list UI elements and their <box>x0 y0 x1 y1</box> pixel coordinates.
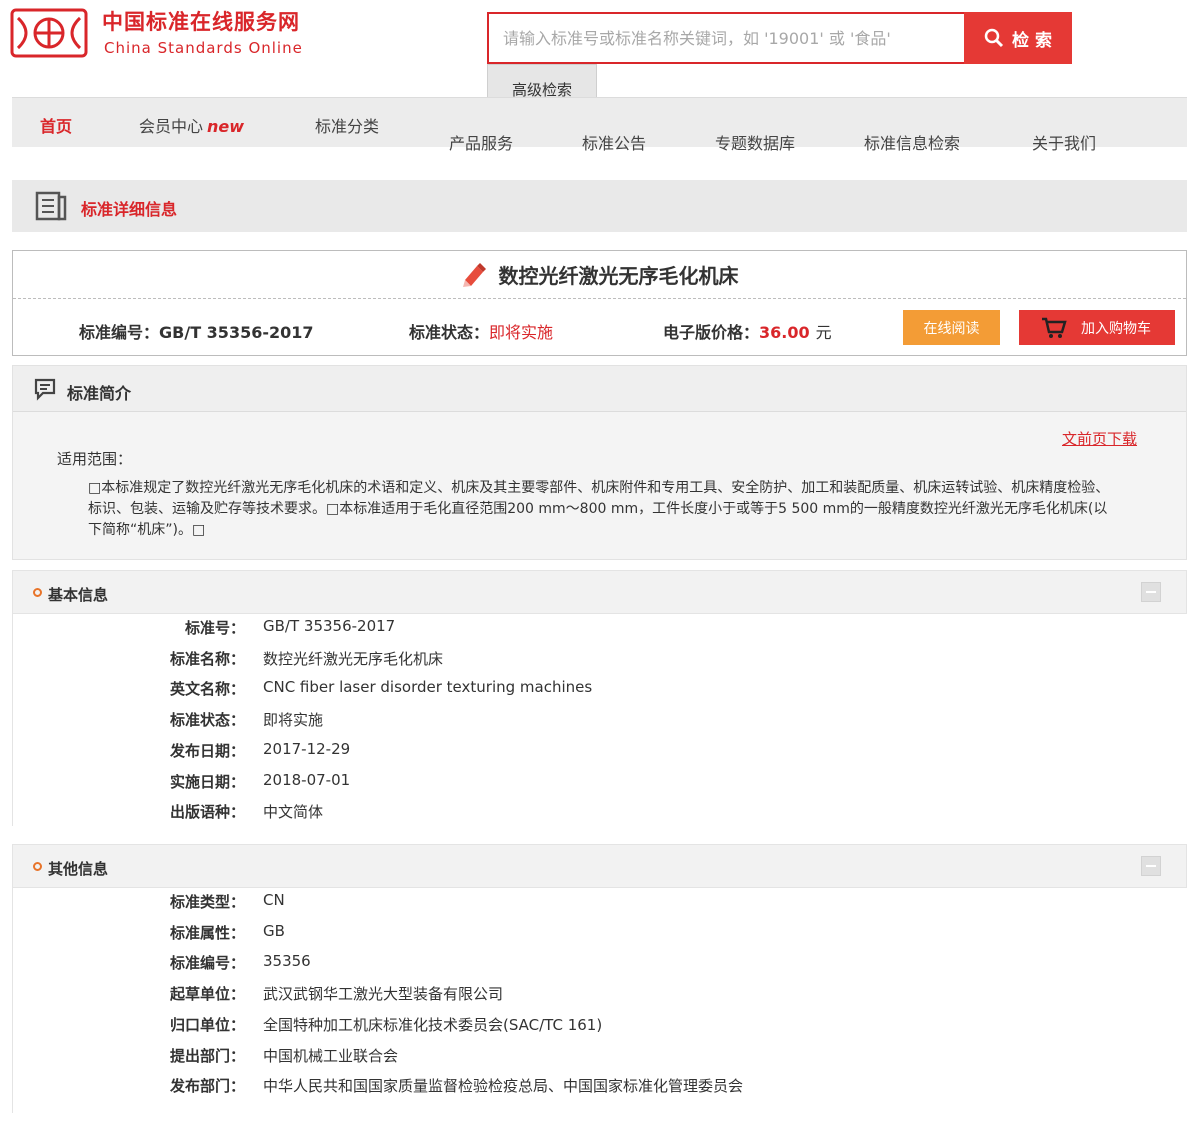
nav-item-announcements[interactable]: 标准公告 <box>582 130 646 154</box>
field-label: 标准状态： <box>169 711 245 730</box>
collapse-other-info-button[interactable] <box>1141 856 1161 876</box>
field-label: 提出部门： <box>169 1046 245 1065</box>
bullet-icon <box>33 588 42 597</box>
search-icon <box>984 28 1004 48</box>
nav-item-about[interactable]: 关于我们 <box>1032 130 1096 154</box>
page: 中国标准在线服务网 China Standards Online 检 索 高级检… <box>0 0 1200 1139</box>
nav-item-member-label: 会员中心 <box>139 117 204 136</box>
intro-heading: 标准简介 <box>67 384 132 403</box>
basic-info-header: 基本信息 <box>12 570 1187 614</box>
field-value: 数控光纤激光无序毛化机床 <box>263 649 444 668</box>
field-value: 全国特种加工机床标准化技术委员会(SAC/TC 161) <box>263 1015 603 1034</box>
nav-item-databases[interactable]: 专题数据库 <box>715 130 795 154</box>
field-value: 35356 <box>263 952 311 971</box>
search-button-label: 检 索 <box>1012 30 1052 51</box>
field-value: 2017-12-29 <box>263 739 351 758</box>
field-label: 发布日期： <box>169 741 245 760</box>
intro-section: 标准简介 文前页下载 适用范围： □本标准规定了数控光纤激光无序毛化机床的术语和… <box>12 365 1187 560</box>
standard-price-label: 电子版价格： <box>663 323 760 342</box>
comment-icon <box>34 378 56 401</box>
document-icon <box>35 191 67 221</box>
field-value: 中华人民共和国国家质量监督检验检疫总局、中国国家标准化管理委员会 <box>263 1077 744 1096</box>
other-info-header: 其他信息 <box>12 844 1187 888</box>
pencil-icon <box>462 262 486 287</box>
brand-name-en: China Standards Online <box>104 39 303 57</box>
field-value: 即将实施 <box>263 711 324 730</box>
field-value: GB <box>263 921 285 940</box>
field-value: GB/T 35356-2017 <box>263 617 396 635</box>
field-label: 起草单位： <box>169 985 245 1004</box>
standard-title-row: 数控光纤激光无序毛化机床 <box>13 251 1186 299</box>
standard-status: 标准状态：即将实施 <box>409 319 553 343</box>
main-nav: 首页 会员中心 new 标准分类 产品服务 标准公告 专题数据库 标准信息检索 关… <box>12 97 1187 153</box>
site-logo[interactable] <box>10 8 88 58</box>
scope-label: 适用范围： <box>57 450 133 468</box>
field-value: 中文简体 <box>263 803 324 822</box>
field-label: 出版语种： <box>169 803 245 822</box>
basic-info-heading: 基本信息 <box>48 586 109 604</box>
standard-code-value: GB/T 35356-2017 <box>159 323 314 342</box>
standard-price: 电子版价格：36.00 元 <box>663 319 832 343</box>
field-value: CN <box>263 891 285 909</box>
nav-item-info-search[interactable]: 标准信息检索 <box>864 130 960 154</box>
add-to-cart-label: 加入购物车 <box>1081 320 1151 337</box>
brand-name-cn: 中国标准在线服务网 <box>102 10 300 34</box>
nav-item-home[interactable]: 首页 <box>40 113 72 137</box>
standard-code-label: 标准编号： <box>79 323 160 342</box>
field-value: 2018-07-01 <box>263 770 351 789</box>
nav-item-products[interactable]: 产品服务 <box>449 130 513 154</box>
detail-section-bar: 标准详细信息 <box>12 180 1187 232</box>
field-value: 中国机械工业联合会 <box>263 1046 399 1065</box>
standard-summary-box: 数控光纤激光无序毛化机床 标准编号：GB/T 35356-2017 标准状态：即… <box>12 250 1187 356</box>
field-label: 标准号： <box>184 619 245 637</box>
intro-header: 标准简介 <box>13 366 1186 412</box>
field-label: 实施日期： <box>169 772 245 791</box>
new-badge: new <box>207 117 245 136</box>
add-to-cart-button[interactable]: 加入购物车 <box>1019 310 1175 345</box>
field-label: 归口单位： <box>169 1015 245 1034</box>
cart-icon <box>1042 317 1067 338</box>
field-label: 标准名称： <box>169 649 245 668</box>
standard-status-value: 即将实施 <box>489 323 554 342</box>
nav-item-categories[interactable]: 标准分类 <box>315 113 379 137</box>
search-button[interactable]: 检 索 <box>964 12 1072 64</box>
standard-title: 数控光纤激光无序毛化机床 <box>498 264 739 288</box>
detail-section-title: 标准详细信息 <box>81 200 178 219</box>
scope-text: □本标准规定了数控光纤激光无序毛化机床的术语和定义、机床及其主要零部件、机床附件… <box>88 480 1110 538</box>
preface-download-link[interactable]: 文前页下载 <box>1062 428 1137 449</box>
field-value: CNC fiber laser disorder texturing machi… <box>263 678 593 697</box>
advanced-search-tab[interactable]: 高级检索 <box>487 64 597 100</box>
field-label: 英文名称： <box>169 680 245 699</box>
field-label: 标准属性： <box>169 923 245 942</box>
field-label: 发布部门： <box>169 1077 245 1096</box>
field-label: 标准编号： <box>169 954 245 973</box>
bullet-icon <box>33 862 42 871</box>
nav-item-member[interactable]: 会员中心 new <box>139 113 244 137</box>
other-info-heading: 其他信息 <box>48 860 109 878</box>
standard-price-value: 36.00 <box>759 323 810 342</box>
field-value: 武汉武钢华工激光大型装备有限公司 <box>263 985 504 1004</box>
field-label: 标准类型： <box>169 893 245 911</box>
read-online-button[interactable]: 在线阅读 <box>903 310 1000 345</box>
standard-code: 标准编号：GB/T 35356-2017 <box>79 319 314 343</box>
standard-price-unit: 元 <box>815 323 832 342</box>
standard-status-label: 标准状态： <box>409 323 490 342</box>
search-input[interactable] <box>487 12 964 64</box>
collapse-basic-info-button[interactable] <box>1141 582 1161 602</box>
